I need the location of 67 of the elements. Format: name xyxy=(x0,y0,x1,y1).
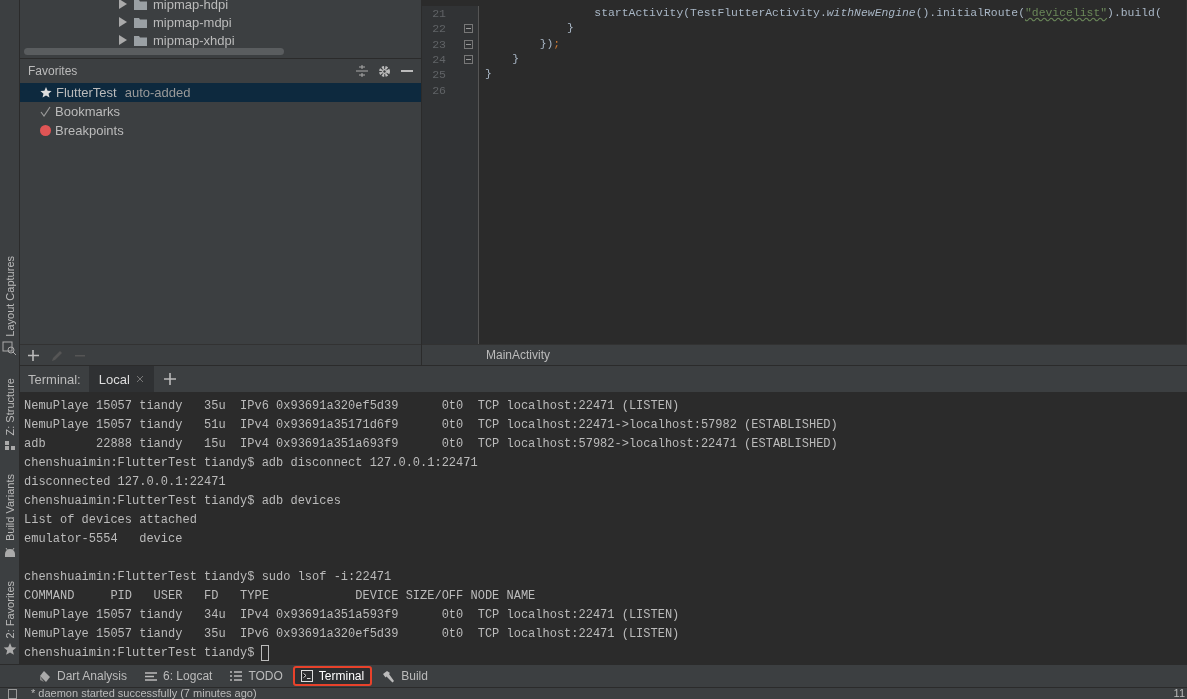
android-icon xyxy=(2,545,17,559)
settings-icon[interactable] xyxy=(378,64,391,78)
star-icon xyxy=(40,87,52,98)
tool-window-tab[interactable]: Layout Captures xyxy=(3,256,16,337)
terminal-line: disconnected 127.0.0.1:22471 xyxy=(24,475,226,489)
hammer-icon xyxy=(382,669,396,683)
code-line: } xyxy=(485,68,492,81)
tool-window-tab[interactable]: 2: Favorites xyxy=(3,580,16,638)
terminal-line: NemuPlaye 15057 tiandy 34u IPv4 0x93691a351a593f9 0t0 TCP localhost:22471 (LISTEN) xyxy=(24,608,680,622)
code-line: } xyxy=(511,52,520,65)
breakpoint-icon xyxy=(40,125,51,136)
terminal-line: List of devices attached xyxy=(24,513,197,527)
terminal-line: chenshuaimin:FlutterTest tiandy$ adb devices xyxy=(24,494,341,508)
favorites-item[interactable]: Bookmarks xyxy=(20,102,421,121)
folder-icon xyxy=(134,34,147,46)
panel-title: Terminal: xyxy=(27,371,82,387)
terminal-line: chenshuaimin:FlutterTest tiandy$ sudo lsof -i:22471 xyxy=(24,570,392,584)
folder-icon xyxy=(134,16,147,28)
expand-arrow-icon[interactable] xyxy=(118,16,128,28)
tool-window-tab[interactable]: Build xyxy=(374,666,436,686)
terminal-icon xyxy=(300,670,313,682)
terminal-line: chenshuaimin:FlutterTest tiandy$ adb disconnect 127.0.0.1:22471 xyxy=(24,456,478,470)
tool-window-tab[interactable]: Build Variants xyxy=(3,474,16,542)
session-tab[interactable]: Local xyxy=(88,366,154,392)
folder-icon xyxy=(134,0,147,10)
star-icon xyxy=(2,642,17,656)
tool-window-tab[interactable]: Dart Analysis xyxy=(30,666,136,686)
fold-icon[interactable] xyxy=(464,24,473,34)
plus-icon[interactable] xyxy=(28,349,39,361)
lines-icon xyxy=(145,670,158,682)
list-icon xyxy=(230,670,243,682)
code-line: } xyxy=(566,22,574,35)
terminal-line: NemuPlaye 15057 tiandy 51u IPv4 0x93691a35171d6f9 0t0 TCP localhost:22471->localhost:57982 (ESTABLISHED) xyxy=(24,418,838,432)
tree-item[interactable]: mipmap-hdpi xyxy=(153,0,229,12)
plus-icon[interactable] xyxy=(163,373,176,385)
structure-icon xyxy=(2,439,17,453)
favorites-item[interactable]: Breakpoints xyxy=(20,121,421,140)
terminal-line: emulator-5554 device xyxy=(24,532,183,546)
breadcrumb[interactable]: MainActivity xyxy=(486,348,550,362)
tree-item[interactable]: mipmap-xhdpi xyxy=(153,32,235,48)
panel-toggle-icon xyxy=(8,688,17,699)
fold-icon[interactable] xyxy=(464,55,473,65)
tree-item[interactable]: mipmap-mdpi xyxy=(153,14,232,30)
expand-arrow-icon[interactable] xyxy=(118,34,128,46)
panel-title: Favorites xyxy=(28,64,79,78)
collapse-icon[interactable] xyxy=(356,65,368,77)
fold-icon[interactable] xyxy=(464,39,473,49)
tool-window-tab[interactable]: Z: Structure xyxy=(3,378,16,436)
tool-window-tab[interactable]: Terminal xyxy=(292,666,373,686)
terminal-line: COMMAND PID USER FD TYPE DEVICE SIZE/OFF NODE NAME xyxy=(24,589,536,603)
terminal-line: adb 22888 tiandy 15u IPv4 0x93691a351a693f9 0t0 TCP localhost:57982->localhost:22471 (ESTABLISHED) xyxy=(24,437,838,451)
terminal-line: chenshuaimin:FlutterTest tiandy$ xyxy=(24,646,255,660)
status-message: * daemon started successfully (7 minutes ago) xyxy=(31,688,258,699)
favorites-item[interactable]: FlutterTest auto-added xyxy=(20,83,421,102)
scrollbar[interactable] xyxy=(24,48,284,55)
terminal-line: NemuPlaye 15057 tiandy 35u IPv6 0x93691a320ef5d39 0t0 TCP localhost:22471 (LISTEN) xyxy=(24,627,680,641)
code-line: startActivity(TestFlutterActivity.withNewEngine().initialRoute("devicelist").build( xyxy=(593,7,1162,19)
terminal-line: NemuPlaye 15057 tiandy 35u IPv6 0x93691a320ef5d39 0t0 TCP localhost:22471 (LISTEN) xyxy=(24,399,680,413)
tool-window-tab[interactable]: TODO xyxy=(222,666,291,686)
magnifier-frame-icon xyxy=(2,341,17,356)
code-line: }); xyxy=(538,37,561,50)
check-icon xyxy=(40,106,51,117)
expand-arrow-icon[interactable] xyxy=(118,0,128,10)
line-indicator[interactable]: 11 xyxy=(1173,688,1185,699)
diamond-icon xyxy=(38,669,51,683)
tool-window-tab[interactable]: 6: Logcat xyxy=(137,666,221,686)
close-icon xyxy=(135,375,144,383)
